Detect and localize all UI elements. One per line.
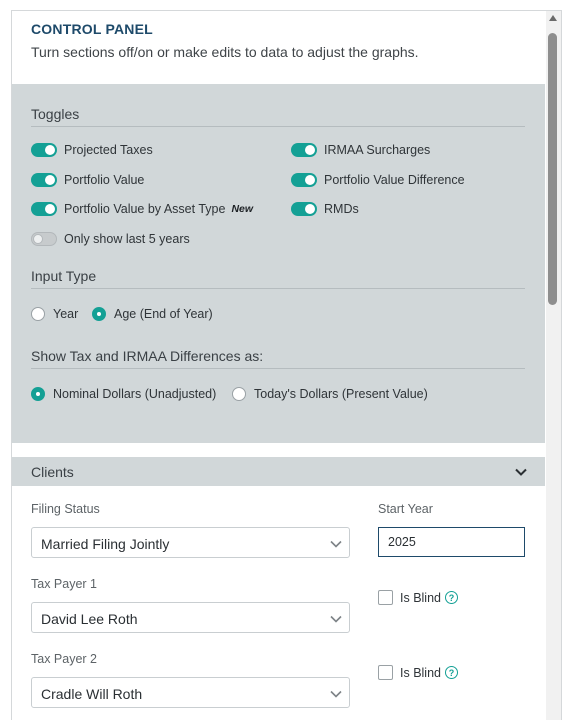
start-year-input[interactable]: 2025 bbox=[378, 527, 525, 557]
chevron-down-icon bbox=[330, 615, 342, 623]
select-value: David Lee Roth bbox=[41, 611, 138, 627]
toggle-switch[interactable] bbox=[31, 143, 57, 157]
help-icon[interactable]: ? bbox=[445, 666, 458, 679]
toggle-label: Portfolio Value Difference bbox=[324, 173, 465, 187]
radio-todays-dollars[interactable]: Today's Dollars (Present Value) bbox=[232, 387, 428, 401]
toggle-label: Portfolio Value by Asset Type bbox=[64, 202, 226, 216]
divider bbox=[31, 126, 525, 127]
radio-year[interactable]: Year bbox=[31, 307, 78, 321]
toggle-label: Portfolio Value bbox=[64, 173, 145, 187]
filing-status-select[interactable]: Married Filing Jointly bbox=[31, 527, 350, 558]
toggle-label: Projected Taxes bbox=[64, 143, 153, 157]
toggle-portfolio-value[interactable]: Portfolio Value bbox=[31, 173, 144, 187]
toggle-portfolio-value-difference[interactable]: Portfolio Value Difference bbox=[291, 173, 465, 187]
page-subtitle: Turn sections off/on or make edits to da… bbox=[31, 44, 419, 60]
radio-label: Today's Dollars (Present Value) bbox=[254, 387, 428, 401]
toggle-label: IRMAA Surcharges bbox=[324, 143, 431, 157]
toggle-label: Only show last 5 years bbox=[64, 232, 190, 246]
chevron-down-icon bbox=[330, 690, 342, 698]
start-year-label: Start Year bbox=[378, 502, 433, 516]
radio-button[interactable] bbox=[31, 307, 45, 321]
taxpayer2-select[interactable]: Cradle Will Roth bbox=[31, 677, 350, 708]
taxpayer1-is-blind[interactable]: Is Blind ? bbox=[378, 590, 458, 605]
toggle-rmds[interactable]: RMDs bbox=[291, 202, 359, 216]
radio-nominal-dollars[interactable]: Nominal Dollars (Unadjusted) bbox=[31, 387, 216, 401]
scrollbar-thumb[interactable] bbox=[548, 33, 557, 305]
scroll-up-arrow-icon[interactable] bbox=[549, 15, 557, 21]
taxpayer1-label: Tax Payer 1 bbox=[31, 577, 98, 591]
radio-label: Age (End of Year) bbox=[114, 307, 213, 321]
toggle-switch[interactable] bbox=[291, 202, 317, 216]
toggle-only-last-5-years[interactable]: Only show last 5 years bbox=[31, 232, 190, 246]
checkbox-label: Is Blind bbox=[400, 665, 441, 680]
toggle-switch[interactable] bbox=[31, 173, 57, 187]
taxpayer2-label: Tax Payer 2 bbox=[31, 652, 98, 666]
radio-label: Year bbox=[53, 307, 79, 321]
select-value: Married Filing Jointly bbox=[41, 536, 170, 552]
radio-button[interactable] bbox=[92, 307, 106, 321]
taxpayer1-select[interactable]: David Lee Roth bbox=[31, 602, 350, 633]
radio-button[interactable] bbox=[232, 387, 246, 401]
differences-heading: Show Tax and IRMAA Differences as: bbox=[31, 348, 264, 364]
radio-age-end-of-year[interactable]: Age (End of Year) bbox=[92, 307, 213, 321]
vertical-scrollbar[interactable] bbox=[546, 11, 561, 720]
toggle-switch[interactable] bbox=[291, 173, 317, 187]
checkbox-label: Is Blind bbox=[400, 590, 441, 605]
toggles-heading: Toggles bbox=[31, 106, 80, 122]
toggle-switch[interactable] bbox=[291, 143, 317, 157]
page-title: CONTROL PANEL bbox=[31, 21, 153, 37]
clients-heading: Clients bbox=[31, 464, 74, 480]
toggle-portfolio-value-by-asset-type[interactable]: Portfolio Value by Asset Type New bbox=[31, 202, 253, 216]
radio-button[interactable] bbox=[31, 387, 45, 401]
is-blind-checkbox[interactable] bbox=[378, 590, 393, 605]
divider bbox=[31, 288, 525, 289]
is-blind-checkbox[interactable] bbox=[378, 665, 393, 680]
divider bbox=[31, 368, 525, 369]
toggle-irmaa-surcharges[interactable]: IRMAA Surcharges bbox=[291, 143, 430, 157]
clients-accordion-header[interactable]: Clients bbox=[12, 457, 545, 486]
new-badge: New bbox=[231, 203, 254, 215]
toggle-projected-taxes[interactable]: Projected Taxes bbox=[31, 143, 153, 157]
toggle-switch[interactable] bbox=[31, 202, 57, 216]
control-panel: CONTROL PANEL Turn sections off/on or ma… bbox=[11, 10, 562, 720]
toggle-label: RMDs bbox=[324, 202, 359, 216]
filing-status-label: Filing Status bbox=[31, 502, 100, 516]
taxpayer2-is-blind[interactable]: Is Blind ? bbox=[378, 665, 458, 680]
input-type-heading: Input Type bbox=[31, 268, 97, 284]
chevron-down-icon bbox=[330, 540, 342, 548]
help-icon[interactable]: ? bbox=[445, 591, 458, 604]
select-value: Cradle Will Roth bbox=[41, 686, 143, 702]
chevron-down-icon[interactable] bbox=[513, 464, 529, 480]
radio-label: Nominal Dollars (Unadjusted) bbox=[53, 387, 217, 401]
settings-section: Toggles Projected Taxes IRMAA Surcharges… bbox=[12, 84, 545, 443]
control-panel-header: CONTROL PANEL Turn sections off/on or ma… bbox=[12, 11, 545, 83]
toggle-switch[interactable] bbox=[31, 232, 57, 246]
